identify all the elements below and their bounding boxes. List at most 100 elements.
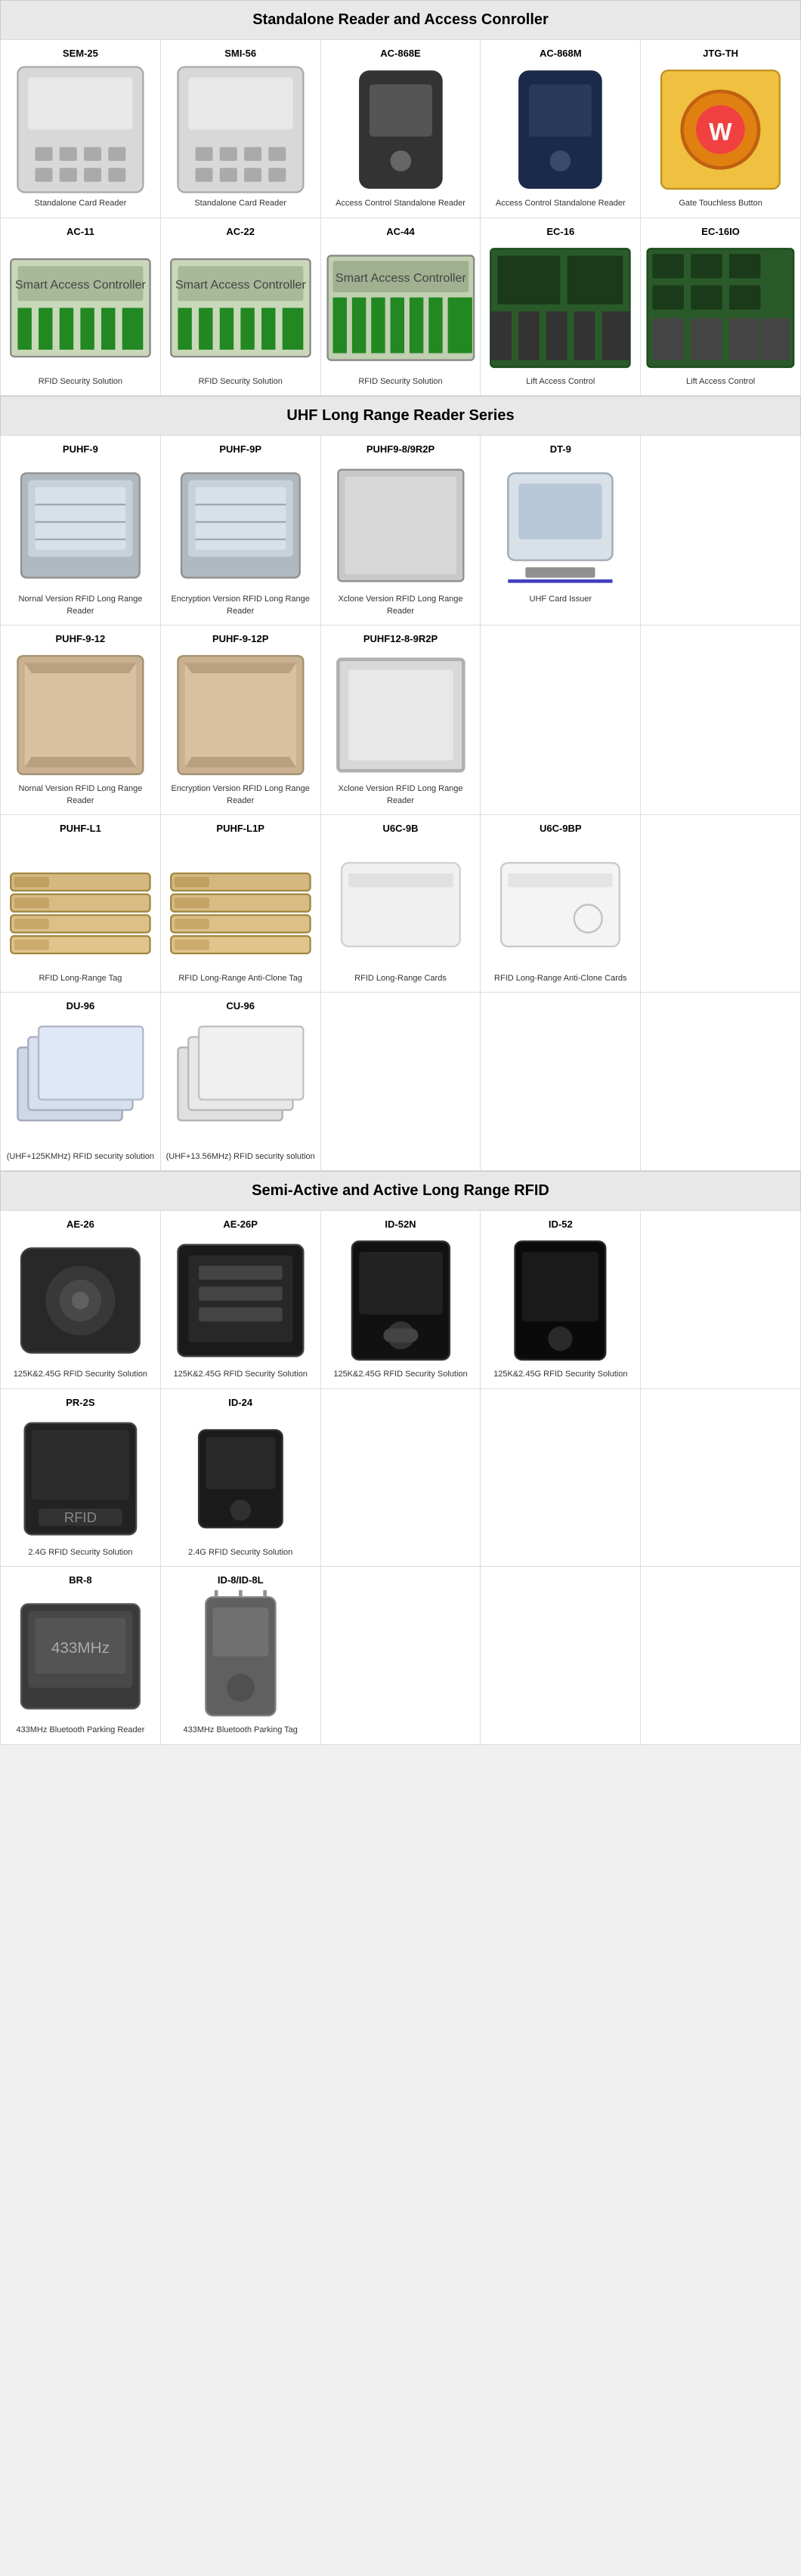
product-image: Smart Access Controller [164, 242, 317, 376]
empty-cell [641, 1567, 801, 1745]
product-cell-AC-44[interactable]: AC-44 Smart Access Controller RFID Secur… [320, 218, 481, 396]
product-image [484, 459, 637, 594]
section-header-semi-active: Semi-Active and Active Long Range RFID [0, 1171, 801, 1210]
product-cell-SMI-56[interactable]: SMI-56 Standalone Card Reader [160, 40, 320, 218]
product-name: PUHF12-8-9R2P [324, 633, 478, 644]
product-cell-SEM-25[interactable]: SEM-25 Standalone Card Reader [1, 40, 161, 218]
empty-cell [641, 625, 801, 815]
product-desc: Xclone Version RFID Long Range Reader [324, 783, 478, 807]
product-desc: Lift Access Control [644, 376, 797, 388]
product-image [324, 1234, 478, 1369]
table-row: BR-8 433MHz 433MHz Bluetooth Parking Rea… [1, 1567, 801, 1745]
product-cell-PR-2S[interactable]: PR-2S RFID 2.4G RFID Security Solution [1, 1388, 161, 1567]
product-image [164, 459, 317, 594]
product-cell-PUHF-L1P[interactable]: PUHF-L1P RFID Long-Range Anti-Clone Tag [160, 814, 320, 993]
product-cell-ID-52N[interactable]: ID-52N 125K&2.45G RFID Security Solution [320, 1211, 481, 1389]
product-desc: Access Control Standalone Reader [324, 198, 478, 209]
product-name: AE-26 [4, 1219, 157, 1230]
product-desc: 433MHz Bluetooth Parking Reader [4, 1725, 157, 1736]
product-desc: Gate Touchless Button [644, 198, 797, 209]
product-cell-PUHF-9-12[interactable]: PUHF-9-12 Nornal Version RFID Long Range… [1, 625, 161, 815]
product-cell-BR-8[interactable]: BR-8 433MHz 433MHz Bluetooth Parking Rea… [1, 1567, 161, 1745]
product-cell-ID-52[interactable]: ID-52 125K&2.45G RFID Security Solution [481, 1211, 641, 1389]
product-name: AE-26P [164, 1219, 317, 1230]
svg-text:RFID: RFID [64, 1509, 97, 1525]
empty-cell [481, 625, 641, 815]
product-cell-U6C-9B[interactable]: U6C-9B RFID Long-Range Cards [320, 814, 481, 993]
product-desc: RFID Security Solution [324, 376, 478, 388]
table-row: SEM-25 Standalone Card ReaderSMI-56 Stan… [1, 40, 801, 218]
product-cell-AC-11[interactable]: AC-11 Smart Access Controller RFID Secur… [1, 218, 161, 396]
product-name: AC-868M [484, 48, 637, 59]
product-desc: Nornal Version RFID Long Range Reader [4, 594, 157, 617]
product-name: AC-44 [324, 226, 478, 237]
product-cell-PUHF-L1[interactable]: PUHF-L1 RFID Long-Range Tag [1, 814, 161, 993]
product-cell-AE-26P[interactable]: AE-26P 125K&2.45G RFID Security Solution [160, 1211, 320, 1389]
product-cell-AC-22[interactable]: AC-22 Smart Access Controller RFID Secur… [160, 218, 320, 396]
product-cell-DT-9[interactable]: DT-9 UHF Card Issuer [481, 436, 641, 625]
product-desc: Standalone Card Reader [164, 198, 317, 209]
table-row: AC-11 Smart Access Controller RFID Secur… [1, 218, 801, 396]
product-table-uhf: PUHF-9 Nornal Version RFID Long Range Re… [0, 435, 801, 1171]
product-image: Smart Access Controller [324, 242, 478, 376]
section-header-uhf: UHF Long Range Reader Series [0, 396, 801, 435]
product-cell-CU-96[interactable]: CU-96 (UHF+13.56MHz) RFID security solut… [160, 993, 320, 1171]
product-desc: 2.4G RFID Security Solution [4, 1547, 157, 1558]
product-desc: Xclone Version RFID Long Range Reader [324, 594, 478, 617]
product-desc: 2.4G RFID Security Solution [164, 1547, 317, 1558]
product-name: PUHF-9P [164, 443, 317, 455]
table-row: PUHF-9 Nornal Version RFID Long Range Re… [1, 436, 801, 625]
product-desc: Encryption Version RFID Long Range Reade… [164, 594, 317, 617]
product-cell-U6C-9BP[interactable]: U6C-9BP RFID Long-Range Anti-Clone Cards [481, 814, 641, 993]
table-row: PUHF-L1 RFID Long-Range TagPUHF-L1P RFID… [1, 814, 801, 993]
svg-text:Smart Access Controller: Smart Access Controller [15, 278, 147, 292]
section-header-standalone: Standalone Reader and Access Conroller [0, 0, 801, 39]
product-cell-EC-16IO[interactable]: EC-16IO Lift Access Control [641, 218, 801, 396]
product-cell-PUHF-9P[interactable]: PUHF-9P Encryption Version RFID Long Ran… [160, 436, 320, 625]
product-name: ID-8/ID-8L [164, 1574, 317, 1586]
empty-cell [320, 1567, 481, 1745]
product-desc: Nornal Version RFID Long Range Reader [4, 783, 157, 807]
product-image [4, 1016, 157, 1151]
product-cell-AE-26[interactable]: AE-26 125K&2.45G RFID Security Solution [1, 1211, 161, 1389]
product-name: ID-52 [484, 1219, 637, 1230]
product-name: DT-9 [484, 443, 637, 455]
product-image: W [644, 63, 797, 198]
product-name: BR-8 [4, 1574, 157, 1586]
empty-cell [641, 1388, 801, 1567]
product-desc: RFID Security Solution [4, 376, 157, 388]
product-desc: RFID Long-Range Anti-Clone Tag [164, 973, 317, 984]
product-cell-PUHF12-8-9R2P[interactable]: PUHF12-8-9R2P Xclone Version RFID Long R… [320, 625, 481, 815]
product-desc: RFID Long-Range Cards [324, 973, 478, 984]
product-desc: Encryption Version RFID Long Range Reade… [164, 783, 317, 807]
product-image [4, 1234, 157, 1369]
product-image [164, 1413, 317, 1547]
product-image [164, 1590, 317, 1725]
svg-text:433MHz: 433MHz [51, 1639, 110, 1657]
product-name: AC-11 [4, 226, 157, 237]
product-name: PUHF-9 [4, 443, 157, 455]
product-cell-DU-96[interactable]: DU-96 (UHF+125KMHz) RFID security soluti… [1, 993, 161, 1171]
product-cell-ID-8/ID-8L[interactable]: ID-8/ID-8L 433MHz Bluetooth Parking Tag [160, 1567, 320, 1745]
product-cell-JTG-TH[interactable]: JTG-TH W Gate Touchless Button [641, 40, 801, 218]
product-desc: 125K&2.45G RFID Security Solution [484, 1369, 637, 1380]
product-cell-PUHF9-8/9R2P[interactable]: PUHF9-8/9R2P Xclone Version RFID Long Ra… [320, 436, 481, 625]
product-name: EC-16IO [644, 226, 797, 237]
empty-cell [481, 1567, 641, 1745]
product-desc: RFID Long-Range Anti-Clone Cards [484, 973, 637, 984]
product-cell-EC-16[interactable]: EC-16 Lift Access Control [481, 218, 641, 396]
product-name: PUHF-9-12P [164, 633, 317, 644]
product-desc: 433MHz Bluetooth Parking Tag [164, 1725, 317, 1736]
product-desc: 125K&2.45G RFID Security Solution [164, 1369, 317, 1380]
product-name: PUHF-9-12 [4, 633, 157, 644]
product-cell-AC-868M[interactable]: AC-868M Access Control Standalone Reader [481, 40, 641, 218]
product-cell-ID-24[interactable]: ID-24 2.4G RFID Security Solution [160, 1388, 320, 1567]
product-cell-AC-868E[interactable]: AC-868E Access Control Standalone Reader [320, 40, 481, 218]
product-table-semi-active: AE-26 125K&2.45G RFID Security SolutionA… [0, 1210, 801, 1745]
product-cell-PUHF-9[interactable]: PUHF-9 Nornal Version RFID Long Range Re… [1, 436, 161, 625]
svg-text:Smart Access Controller: Smart Access Controller [336, 271, 467, 285]
empty-cell [481, 1388, 641, 1567]
product-cell-PUHF-9-12P[interactable]: PUHF-9-12P Encryption Version RFID Long … [160, 625, 320, 815]
product-desc: UHF Card Issuer [484, 594, 637, 605]
product-image: Smart Access Controller [4, 242, 157, 376]
